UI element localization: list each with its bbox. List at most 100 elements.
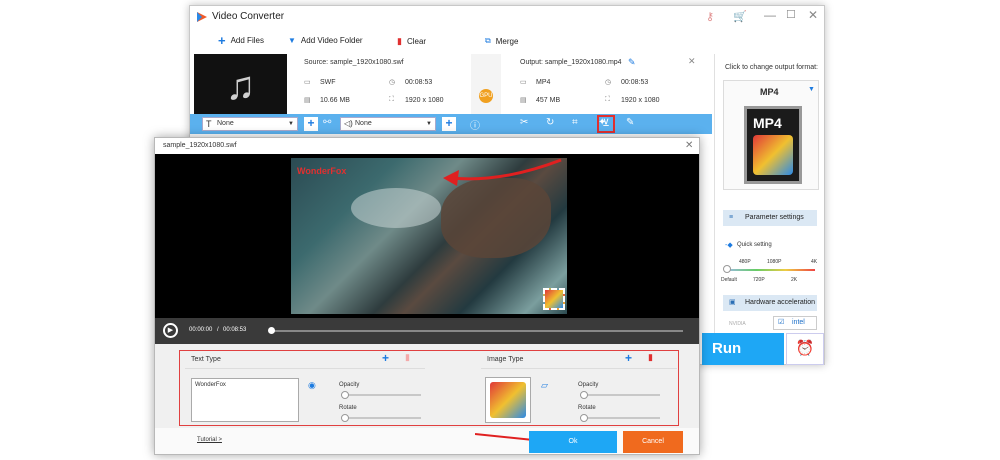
output-format-icon: ▭: [520, 79, 527, 86]
gpu-label: GPU: [479, 93, 493, 99]
run-label: Run: [712, 340, 742, 357]
quality-label-default: Default: [721, 277, 737, 283]
tutorial-link[interactable]: Tutorial >: [197, 437, 222, 443]
titlebar: Video Converter ⚷ 🛒 — ☐ ✕: [190, 6, 824, 28]
output-format: MP4: [536, 79, 551, 86]
edit-metadata-icon[interactable]: ✎: [626, 117, 634, 128]
output-resolution-icon: ⛶: [605, 96, 610, 103]
play-icon: ▶: [167, 327, 174, 334]
play-button[interactable]: ▶: [163, 323, 178, 338]
edit-toolbar: T None ▼ + ⚯ ◁) None ▼ + ⓘ ✂ ↻ ⌗ ✦ ⊻ ✎: [190, 114, 712, 134]
app-title: Video Converter: [212, 11, 285, 22]
quality-slider-track[interactable]: [727, 269, 815, 271]
red-arrow-annotation: [443, 158, 562, 186]
text-t-icon: T: [206, 119, 212, 129]
clear-label: Clear: [406, 37, 427, 46]
cancel-label: Cancel: [642, 438, 664, 445]
add-files-button[interactable]: + Add Files: [218, 34, 264, 47]
add-folder-label: Add Video Folder: [300, 36, 363, 45]
dialog-close-button[interactable]: ✕: [685, 140, 693, 151]
chevron-down-icon: ▼: [288, 121, 294, 127]
alarm-button[interactable]: ⏰: [786, 333, 824, 365]
source-duration: 00:08:53: [405, 79, 433, 86]
settings-highlight-box: [179, 350, 679, 426]
mp4-format-icon: MP4: [744, 106, 802, 184]
watermark-dialog: sample_1920x1080.swf ✕ WonderFox ▶ 00:00…: [154, 137, 700, 455]
clear-button[interactable]: ▮ Clear: [397, 36, 426, 47]
source-size-icon: ▤: [304, 97, 311, 104]
output-format-panel: Click to change output format: MP4 ▼ MP4…: [714, 54, 824, 334]
audio-value: None: [355, 120, 372, 127]
edit-output-icon[interactable]: ✎: [628, 57, 636, 68]
seek-bar[interactable]: [271, 330, 683, 332]
subtitle-link-icon[interactable]: ⚯: [323, 117, 331, 128]
speaker-icon: ◁): [344, 119, 353, 128]
quick-setting-icon: -◆: [725, 242, 733, 249]
time-separator: /: [217, 327, 219, 333]
chevron-down-icon: ▼: [426, 121, 432, 127]
add-subtitle-button[interactable]: +: [304, 117, 318, 131]
crop-icon[interactable]: ⌗: [572, 117, 578, 128]
add-audio-button[interactable]: +: [442, 117, 456, 131]
quality-slider-knob[interactable]: [723, 265, 731, 273]
quality-label-720p: 720P: [753, 277, 765, 283]
output-size-icon: ▤: [520, 97, 527, 104]
merge-button[interactable]: ⧉ Merge: [485, 36, 518, 46]
audio-select[interactable]: ◁) None ▼: [340, 117, 436, 131]
quality-label-1080p: 1080P: [767, 259, 782, 265]
subtitle-select[interactable]: T None ▼: [202, 117, 298, 131]
watermark-icon: ⊻: [602, 118, 610, 129]
nvidia-label: NVIDIA: [729, 321, 746, 327]
output-format-box[interactable]: MP4 ▼ MP4: [723, 80, 819, 190]
merge-label: Merge: [495, 36, 519, 46]
seek-knob[interactable]: [268, 327, 275, 334]
dialog-footer: Tutorial >: [155, 428, 699, 454]
merge-icon: ⧉: [485, 36, 491, 45]
hardware-acceleration-label: Hardware acceleration: [745, 299, 816, 306]
maximize-button[interactable]: ☐: [786, 8, 796, 21]
close-button[interactable]: ✕: [808, 8, 818, 22]
output-label: Output: sample_1920x1080.mp4: [520, 59, 622, 66]
current-time: 00:00:00: [189, 327, 213, 333]
app-logo-icon: [196, 11, 208, 23]
subtitle-value: None: [217, 120, 234, 127]
source-label: Source: sample_1920x1080.swf: [304, 59, 404, 66]
output-duration-icon: ◷: [605, 79, 612, 86]
watermark-button[interactable]: ⊻: [597, 115, 615, 133]
sliders-icon: ≡: [729, 214, 734, 221]
parameter-settings-button[interactable]: ≡ Parameter settings: [723, 210, 817, 226]
mp4-art-icon: [753, 135, 793, 175]
ok-button[interactable]: Ok: [529, 431, 617, 453]
dialog-title: sample_1920x1080.swf: [163, 142, 237, 149]
output-format-hint: Click to change output format:: [725, 64, 818, 71]
alarm-clock-icon: ⏰: [795, 340, 815, 357]
minimize-button[interactable]: —: [764, 8, 776, 22]
add-folder-button[interactable]: ▼ Add Video Folder: [288, 36, 363, 45]
quick-setting-label: Quick setting: [737, 242, 772, 248]
output-size: 457 MB: [536, 97, 561, 104]
key-icon[interactable]: ⚷: [706, 10, 714, 23]
rotate-icon[interactable]: ↻: [546, 117, 554, 128]
video-thumbnail[interactable]: ♫: [194, 54, 287, 118]
source-resolution-icon: ⛶: [389, 96, 394, 103]
trim-icon[interactable]: ✂: [520, 117, 528, 128]
info-icon[interactable]: ⓘ: [470, 117, 480, 132]
source-format-icon: ▭: [304, 79, 311, 86]
watermark-image-preview[interactable]: [543, 288, 565, 310]
cart-icon[interactable]: 🛒: [733, 10, 747, 23]
folder-icon: ▼: [288, 36, 296, 45]
quality-label-2k: 2K: [791, 277, 798, 283]
chevron-down-icon: ▼: [808, 86, 815, 93]
hardware-acceleration-button[interactable]: ▣ Hardware acceleration: [723, 295, 817, 311]
cancel-button[interactable]: Cancel: [623, 431, 683, 453]
video-frame[interactable]: WonderFox: [291, 158, 567, 314]
remove-file-icon[interactable]: ✕: [688, 56, 696, 67]
run-button[interactable]: Run: [702, 333, 784, 365]
toolbar: + Add Files ▼ Add Video Folder ▮ Clear ⧉…: [190, 30, 824, 54]
gpu-badge: GPU: [479, 89, 493, 103]
watermark-text-preview[interactable]: WonderFox: [297, 166, 346, 176]
quality-label-480p: 480P: [739, 259, 751, 265]
chip-icon: ▣: [729, 299, 736, 306]
output-resolution: 1920 x 1080: [621, 97, 660, 104]
intel-badge: ☑ intel: [773, 316, 817, 330]
